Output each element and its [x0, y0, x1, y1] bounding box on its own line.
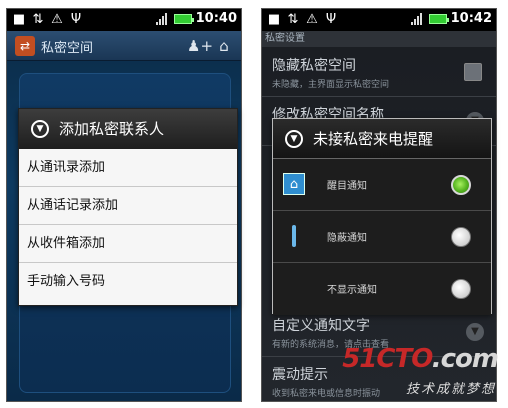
usb-icon: Ψ — [325, 12, 337, 27]
setting-vibration[interactable]: 震动提示 收到私密来电或信息时振动 — [262, 358, 496, 401]
option-label: 不显示通知 — [327, 285, 377, 296]
sync-icon: ⇅ — [287, 12, 299, 27]
option-prominent-notice[interactable]: ⌂ 醒目通知 — [273, 159, 491, 211]
option-label: 隐蔽通知 — [327, 233, 367, 244]
battery-icon — [428, 13, 449, 24]
setting-title: 震动提示 — [272, 367, 328, 383]
radio-prominent-notice[interactable] — [451, 175, 471, 195]
sync-icon: ⇅ — [32, 12, 44, 27]
setting-title: 自定义通知文字 — [272, 318, 370, 334]
menu-item-from-contacts[interactable]: 从通讯录添加 — [19, 149, 237, 187]
home-settings-icon[interactable]: ⌂ — [213, 36, 235, 56]
house-icon: ⌂ — [283, 173, 305, 195]
settings-header: 私密设置 — [262, 31, 496, 47]
app-title: 私密空间 — [41, 41, 94, 56]
status-bar: ■ ⇅ ⚠ Ψ 10:40 — [7, 9, 241, 31]
chevron-down-icon: ▼ — [466, 323, 484, 341]
setting-custom-notification[interactable]: 自定义通知文字 有新的系统消息，请点击查看 ▼ — [262, 309, 496, 357]
dialog-title: 未接私密来电提醒 — [313, 130, 434, 148]
add-contact-icon[interactable]: ♟+ — [187, 36, 213, 56]
setting-subtitle: 未隐藏，主界面显示私密空间 — [272, 80, 390, 90]
status-bar: ■ ⇅ ⚠ Ψ 10:42 — [262, 9, 496, 31]
signal-icon — [410, 12, 425, 26]
option-hidden-notice[interactable]: 隐蔽通知 — [273, 211, 491, 263]
warning-icon: ⚠ — [306, 12, 318, 27]
option-label: 醒目通知 — [327, 181, 367, 192]
radio-hidden-notice[interactable] — [451, 227, 471, 247]
add-private-contact-dialog: ▼ 添加私密联系人 从通讯录添加 从通话记录添加 从收件箱添加 手动输入号码 — [18, 108, 238, 306]
chevron-down-circle-icon: ▼ — [285, 130, 303, 148]
notification-icons: ■ ⇅ ⚠ Ψ — [266, 11, 339, 29]
hide-space-checkbox[interactable] — [464, 63, 482, 81]
setting-title: 隐藏私密空间 — [272, 58, 356, 74]
chevron-down-circle-icon: ▼ — [31, 120, 49, 138]
missed-call-alert-dialog: ▼ 未接私密来电提醒 ⌂ 醒目通知 隐蔽通知 不显示通知 — [272, 118, 492, 315]
usb-icon: Ψ — [70, 12, 82, 27]
dialog-title: 添加私密联系人 — [59, 120, 165, 138]
setting-hide-space[interactable]: 隐藏私密空间 未隐藏，主界面显示私密空间 — [262, 49, 496, 97]
status-clock: 10:40 — [195, 11, 237, 26]
app-header: ⇄ 私密空间 ♟+ ⌂ — [7, 31, 241, 61]
signal-icon — [155, 12, 170, 26]
warning-icon: ⚠ — [51, 12, 63, 27]
app-logo-icon: ⇄ — [15, 36, 35, 56]
app-notification-icon: ■ — [267, 12, 281, 27]
radio-no-notice[interactable] — [451, 279, 471, 299]
menu-item-from-inbox[interactable]: 从收件箱添加 — [19, 225, 237, 263]
menu-item-from-call-log[interactable]: 从通话记录添加 — [19, 187, 237, 225]
battery-icon — [173, 13, 194, 24]
dialog-title-bar: ▼ 添加私密联系人 — [19, 109, 237, 149]
setting-subtitle: 有新的系统消息，请点击查看 — [272, 340, 390, 350]
status-clock: 10:42 — [450, 11, 492, 26]
dialog-title-bar: ▼ 未接私密来电提醒 — [273, 119, 491, 159]
notification-icons: ■ ⇅ ⚠ Ψ — [11, 11, 84, 29]
setting-subtitle: 收到私密来电或信息时振动 — [272, 389, 381, 399]
status-bar-icon — [292, 225, 296, 247]
option-no-notice[interactable]: 不显示通知 — [273, 263, 491, 315]
app-notification-icon: ■ — [12, 12, 26, 27]
menu-item-manual-input[interactable]: 手动输入号码 — [19, 263, 237, 301]
